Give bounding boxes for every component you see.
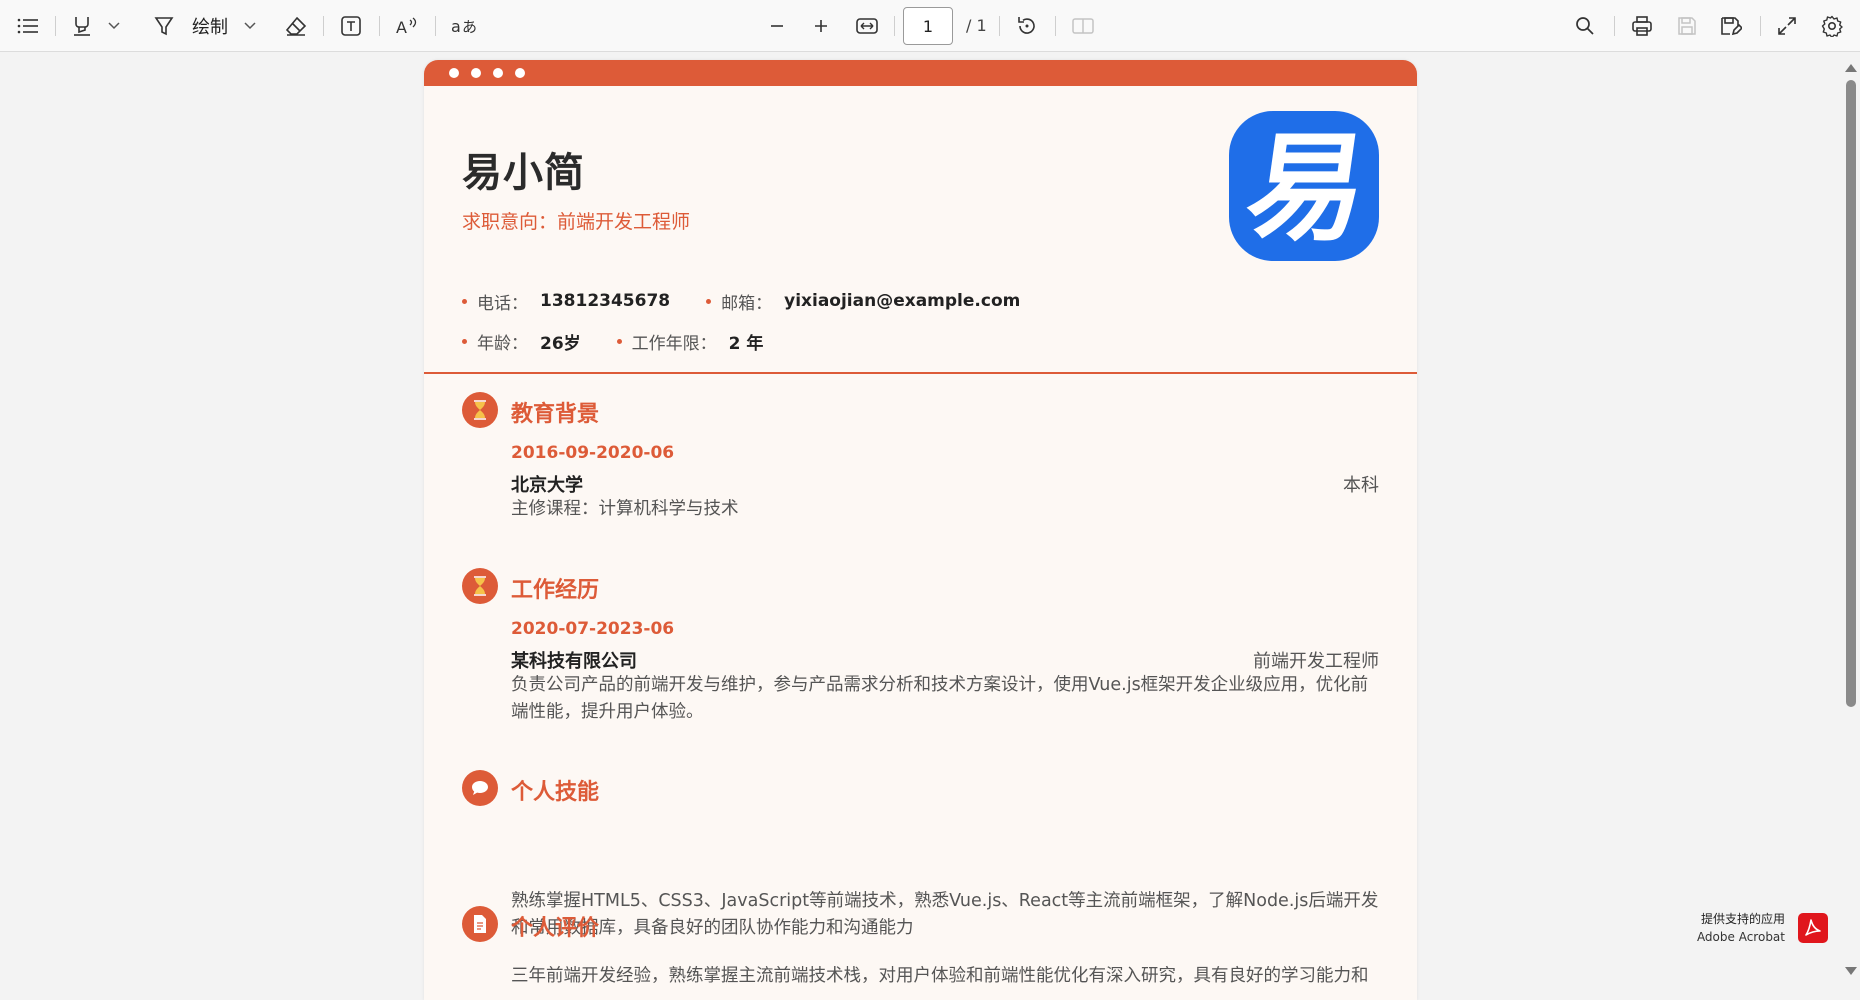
adobe-acrobat-logo-icon (1798, 913, 1828, 943)
draw-button[interactable]: 绘制 (188, 10, 232, 42)
acrobat-name: Adobe Acrobat (1696, 930, 1785, 944)
resume-page: 易小简 求职意向：前端开发工程师 易 电话： 13812345678 邮箱： y… (424, 60, 1417, 1000)
draw-pen-icon[interactable] (150, 10, 178, 42)
toolbar-separator (323, 16, 324, 36)
zoom-in-icon[interactable] (807, 10, 835, 42)
svg-text:易: 易 (1238, 120, 1375, 257)
age-item: 年龄： 26岁 (462, 329, 581, 354)
svg-text:a: a (451, 17, 461, 36)
hourglass-icon (462, 568, 498, 604)
scroll-down-arrow-icon[interactable] (1845, 967, 1857, 975)
toolbar-separator (435, 16, 436, 36)
save-icon (1672, 10, 1702, 42)
years-label: 工作年限： (631, 333, 717, 354)
toolbar-separator (894, 16, 895, 36)
toolbar-separator (1614, 16, 1615, 36)
bullet (616, 338, 622, 344)
speech-bubble-icon (462, 770, 498, 806)
candidate-name: 易小简 (462, 150, 585, 196)
email-item: 邮箱： yixiaojian@example.com (706, 289, 1020, 314)
age-label: 年龄： (477, 333, 528, 354)
header-divider (424, 372, 1417, 374)
toolbar-separator (1055, 16, 1056, 36)
settings-gear-icon[interactable] (1817, 10, 1847, 42)
email-label: 邮箱： (721, 293, 773, 314)
zoom-out-icon[interactable] (763, 10, 791, 42)
rotate-icon[interactable] (1013, 10, 1041, 42)
save-as-icon[interactable] (1716, 10, 1746, 42)
eraser-icon[interactable] (282, 10, 310, 42)
scroll-up-arrow-icon[interactable] (1845, 64, 1857, 72)
years-item: 工作年限： 2 年 (616, 329, 764, 354)
scroll-thumb[interactable] (1846, 80, 1856, 707)
school-name: 北京大学 (511, 475, 583, 496)
two-page-view-icon (1068, 10, 1098, 42)
phone-value: 13812345678 (540, 291, 671, 311)
skills-title: 个人技能 (511, 780, 600, 805)
svg-text:あ: あ (462, 18, 477, 36)
job-intent: 求职意向：前端开发工程师 (462, 211, 691, 233)
draw-label: 绘制 (192, 17, 228, 38)
table-of-contents-icon[interactable] (14, 10, 42, 42)
education-title: 教育背景 (511, 402, 600, 427)
powered-by-label: 提供支持的应用 (1700, 912, 1785, 926)
age-value: 26岁 (540, 333, 581, 354)
education-date: 2016-09-2020-06 (511, 443, 675, 463)
toolbar-separator (999, 16, 1000, 36)
vertical-scrollbar[interactable] (1842, 52, 1860, 981)
skills-text: 熟练掌握HTML5、CSS3、JavaScript等前端技术，熟悉Vue.js、… (511, 891, 1379, 938)
toolbar-separator (55, 16, 56, 36)
print-icon[interactable] (1627, 10, 1657, 42)
bullet (462, 338, 467, 344)
personal-row: 年龄： 26岁 工作年限： 2 年 (462, 329, 799, 354)
svg-text:A: A (396, 18, 407, 36)
document-icon (462, 906, 498, 942)
highlight-icon[interactable] (68, 10, 96, 42)
work-date: 2020-07-2023-06 (511, 619, 675, 639)
work-title: 工作经历 (511, 578, 600, 603)
page-number-input[interactable] (903, 7, 953, 45)
yi-logo: 易 (1229, 111, 1379, 261)
hourglass-icon (462, 392, 498, 428)
fit-width-icon[interactable] (852, 10, 882, 42)
evaluation-text: 三年前端开发经验，熟练掌握主流前端技术栈，对用户体验和前端性能优化有深入研究，具… (511, 966, 1369, 986)
header-dot (471, 68, 481, 78)
draw-dropdown-chevron-icon[interactable] (240, 10, 260, 42)
company-name: 某科技有限公司 (511, 651, 637, 672)
acrobat-badge[interactable]: 提供支持的应用 Adobe Acrobat (1688, 908, 1828, 948)
position: 前端开发工程师 (1253, 651, 1379, 672)
read-aloud-icon[interactable]: A (393, 10, 421, 42)
header-dot (449, 68, 459, 78)
contact-row: 电话： 13812345678 邮箱： yixiaojian@example.c… (462, 289, 1056, 314)
bullet (706, 298, 712, 304)
education-course: 主修课程：计算机科学与技术 (511, 499, 739, 519)
work-description: 负责公司产品的前端开发与维护，参与产品需求分析和技术方案设计，使用Vue.js框… (511, 675, 1369, 722)
bullet (462, 298, 467, 304)
header-dot (493, 68, 503, 78)
years-value: 2 年 (728, 333, 764, 354)
header-dot (515, 68, 525, 78)
page-total: / 1 (966, 16, 987, 35)
toolbar-separator (379, 16, 380, 36)
evaluation-title: 个人评价 (511, 916, 600, 941)
search-icon[interactable] (1570, 10, 1600, 42)
fullscreen-icon[interactable] (1772, 10, 1802, 42)
email-value: yixiaojian@example.com (784, 291, 1021, 311)
translate-icon[interactable]: aあ (449, 10, 479, 42)
highlight-dropdown-chevron-icon[interactable] (104, 10, 124, 42)
phone-label: 电话： (477, 293, 528, 314)
page-header-bar (424, 60, 1417, 86)
pdf-toolbar: 绘制 A aあ / 1 (0, 0, 1860, 52)
toolbar-separator (1760, 16, 1761, 36)
text-box-icon[interactable] (337, 10, 365, 42)
phone-item: 电话： 13812345678 (462, 289, 670, 314)
degree: 本科 (1343, 475, 1379, 496)
